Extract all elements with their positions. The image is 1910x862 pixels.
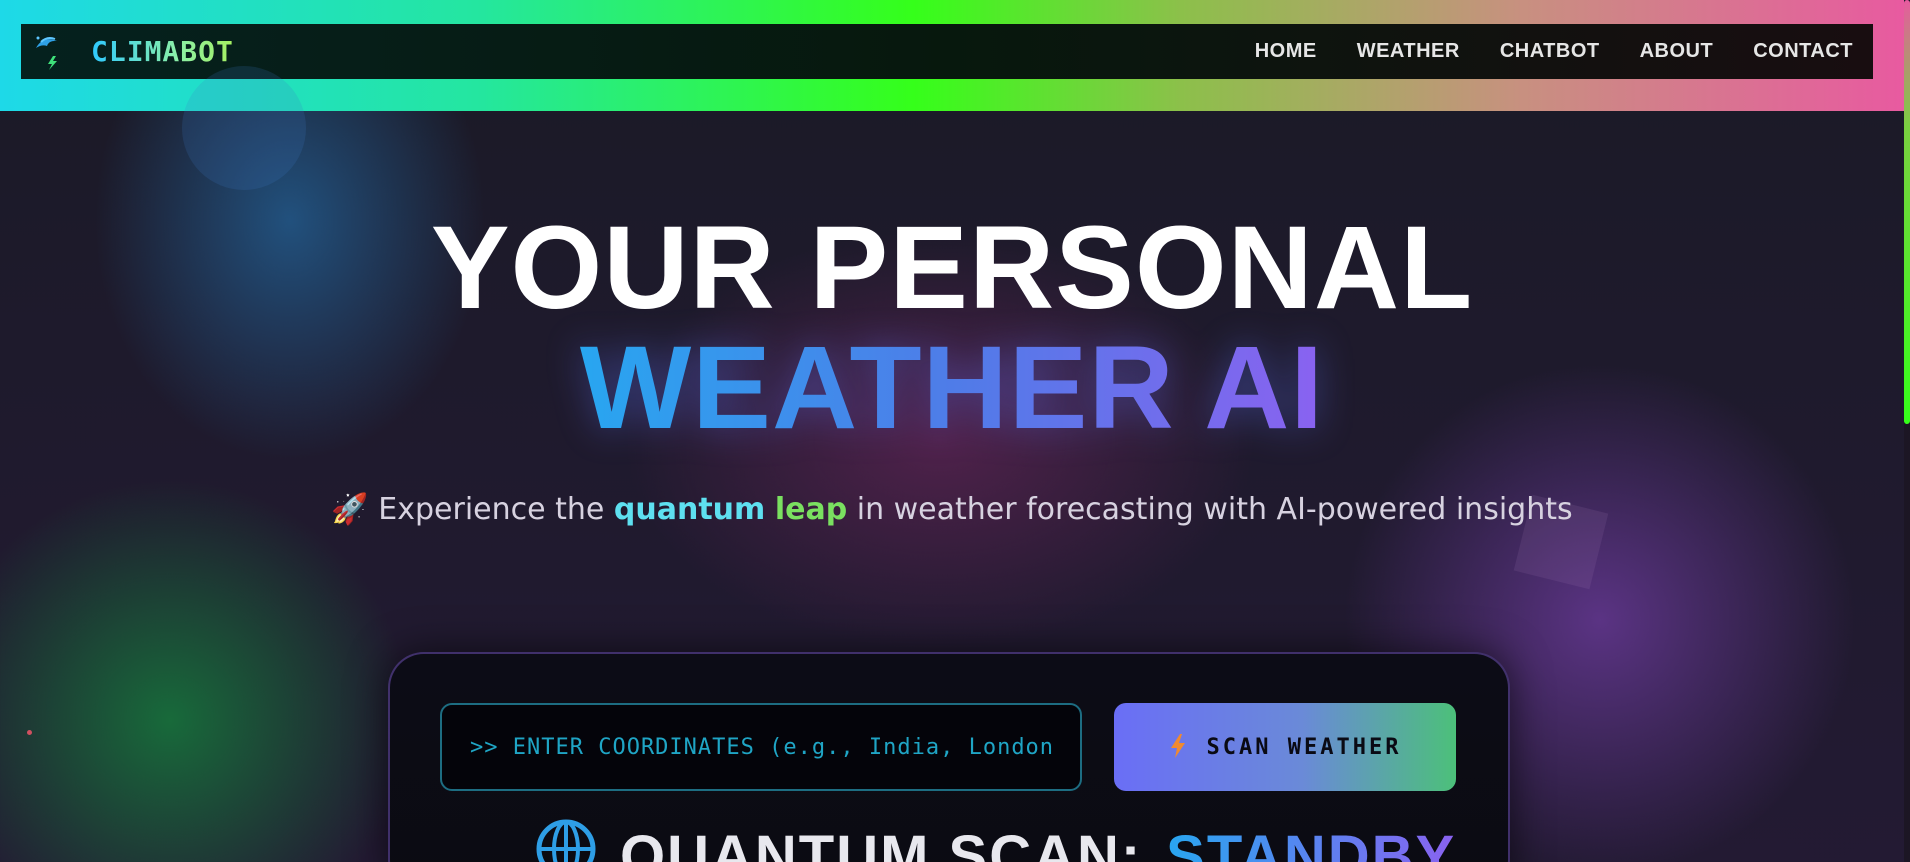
scan-weather-button[interactable]: SCAN WEATHER bbox=[1114, 703, 1456, 791]
scrollbar-track[interactable] bbox=[1904, 0, 1910, 862]
globe-icon bbox=[536, 819, 596, 862]
hero-subtitle: 🚀 Experience the quantum leap in weather… bbox=[0, 490, 1904, 530]
brand-name[interactable]: CLIMABOT bbox=[91, 35, 234, 68]
scan-status: QUANTUM SCAN: STANDBY bbox=[536, 819, 1456, 862]
nav-chatbot-link[interactable]: CHATBOT bbox=[1500, 40, 1600, 63]
subtitle-text-pre: Experience the bbox=[378, 492, 614, 527]
hero-title-line2: WEATHER AI bbox=[0, 328, 1904, 448]
hero-title-line1: YOUR PERSONAL bbox=[430, 202, 1474, 334]
subtitle-highlight-leap: leap bbox=[774, 492, 848, 527]
navbar: CLIMABOT HOME WEATHER CHATBOT ABOUT CONT… bbox=[21, 24, 1873, 79]
subtitle-text-post: in weather forecasting with AI-powered i… bbox=[847, 492, 1573, 527]
nav-weather-link[interactable]: WEATHER bbox=[1357, 40, 1460, 63]
lightning-icon bbox=[1169, 733, 1187, 762]
nav-home-link[interactable]: HOME bbox=[1255, 40, 1317, 63]
hero-title-gradient-text: WEATHER AI bbox=[579, 322, 1325, 454]
status-label: QUANTUM SCAN: bbox=[620, 823, 1143, 862]
nav-contact-link[interactable]: CONTACT bbox=[1753, 40, 1853, 63]
location-search-input[interactable] bbox=[440, 703, 1082, 791]
subtitle-highlight-quantum: quantum bbox=[613, 492, 766, 527]
nav-links: HOME WEATHER CHATBOT ABOUT CONTACT bbox=[1255, 40, 1853, 63]
scrollbar-thumb[interactable] bbox=[1904, 0, 1910, 424]
decorative-dot bbox=[27, 730, 32, 735]
scan-weather-label: SCAN WEATHER bbox=[1206, 734, 1402, 760]
umbrella-lightning-icon[interactable] bbox=[33, 32, 67, 72]
rocket-icon: 🚀 bbox=[331, 492, 369, 527]
nav-about-link[interactable]: ABOUT bbox=[1640, 40, 1714, 63]
decorative-orb bbox=[182, 66, 306, 190]
status-value: STANDBY bbox=[1166, 823, 1456, 862]
